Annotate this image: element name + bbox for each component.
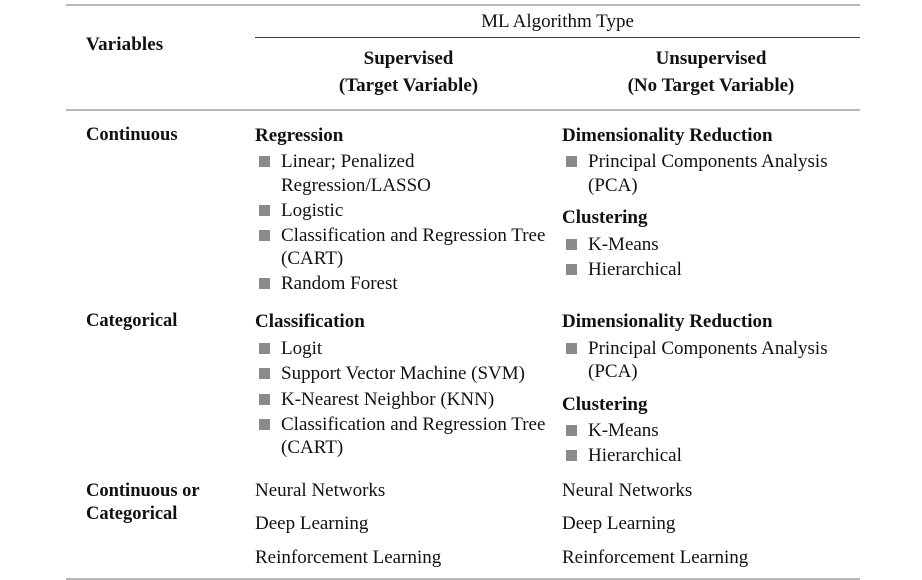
group-item-list: Linear; Penalized Regression/LASSO Logis… <box>255 150 554 295</box>
list-item: Random Forest <box>255 272 554 295</box>
bullet-square-icon <box>259 278 270 290</box>
list-item-label: Logistic <box>281 199 344 221</box>
header-ml-algorithm-type-label: ML Algorithm Type <box>481 11 634 32</box>
list-item-label: Logit <box>281 338 323 360</box>
list-item: Reinforcement Learning <box>562 547 749 569</box>
list-item-label: Classification and Regression Tree (CART… <box>281 224 546 270</box>
group-title: Dimensionality Reduction <box>562 311 773 333</box>
plain-item-list: Neural Networks Deep Learning Reinforcem… <box>255 480 554 570</box>
list-item: Deep Learning <box>255 513 369 535</box>
list-item: Deep Learning <box>562 513 676 535</box>
list-item: K-Means <box>562 233 852 256</box>
list-item: K-Means <box>562 419 852 442</box>
list-item-label: Principal Components Analysis (PCA) <box>588 151 828 196</box>
header-supervised-sublabel: (Target Variable) <box>338 74 479 96</box>
group-title: Dimensionality Reduction <box>562 124 773 146</box>
list-item-label: Hierarchical <box>588 258 682 280</box>
header-supervised-cell: Supervised (Target Variable) <box>255 38 562 110</box>
row-variable-label: Continuous or Categorical <box>66 469 255 580</box>
row-supervised-cell: Regression Linear; Penalized Regression/… <box>255 108 562 298</box>
row-supervised-cell: Neural Networks Deep Learning Reinforcem… <box>255 469 562 580</box>
group-title: Regression <box>255 124 344 146</box>
list-item: Principal Components Analysis (PCA) <box>562 337 852 383</box>
list-item-label: Hierarchical <box>588 445 682 467</box>
row-unsupervised-cell: Dimensionality Reduction Principal Compo… <box>562 108 860 298</box>
table-row: Continuous or Categorical Neural Network… <box>66 469 860 580</box>
bullet-square-icon <box>566 343 577 355</box>
row-unsupervised-cell: Dimensionality Reduction Principal Compo… <box>562 297 860 469</box>
list-item: Neural Networks <box>255 479 386 501</box>
list-item-label: Support Vector Machine (SVM) <box>281 363 525 385</box>
list-item-label: Principal Components Analysis (PCA) <box>588 338 828 383</box>
bullet-square-icon <box>259 418 270 430</box>
list-item: Classification and Regression Tree (CART… <box>255 413 554 459</box>
bullet-square-icon <box>259 393 270 405</box>
header-variables: Variables <box>66 4 255 110</box>
bullet-square-icon <box>566 425 577 437</box>
row-variable-label: Continuous <box>66 108 255 298</box>
bullet-square-icon <box>259 368 270 380</box>
bullet-square-icon <box>566 238 577 250</box>
bullet-square-icon <box>259 156 270 168</box>
bullet-square-icon <box>566 263 577 275</box>
header-unsupervised-cell: Unsupervised (No Target Variable) <box>562 38 860 110</box>
group-item-list: Principal Components Analysis (PCA) <box>562 150 852 196</box>
list-item: Logit <box>255 337 554 360</box>
group-title: Clustering <box>562 393 648 415</box>
list-item-label: K-Nearest Neighbor (KNN) <box>281 388 495 410</box>
list-item: Neural Networks <box>562 479 693 501</box>
row-supervised-cell: Classification Logit Support Vector Mach… <box>255 297 562 469</box>
plain-item-list: Neural Networks Deep Learning Reinforcem… <box>562 480 852 570</box>
bullet-square-icon <box>259 343 270 355</box>
list-item-label: Classification and Regression Tree (CART… <box>281 413 546 458</box>
table-container: Variables ML Algorithm Type Supervised (… <box>0 0 922 580</box>
table-row: Continuous Regression Linear; Penalized … <box>66 108 860 298</box>
header-unsupervised-sublabel: (No Target Variable) <box>627 74 795 96</box>
list-item-label: Linear; Penalized Regression/LASSO <box>281 151 431 196</box>
bullet-square-icon <box>259 204 270 216</box>
bullet-square-icon <box>566 450 577 462</box>
group-item-list: Principal Components Analysis (PCA) <box>562 337 852 383</box>
header-row-span: Variables ML Algorithm Type <box>66 4 860 110</box>
header-ml-algorithm-type-cell: ML Algorithm Type <box>255 4 860 38</box>
group-item-list: Logit Support Vector Machine (SVM) K-Nea… <box>255 337 554 459</box>
ml-algorithm-table: Variables ML Algorithm Type Supervised (… <box>66 4 860 580</box>
bullet-square-icon <box>259 229 270 241</box>
group-title: Clustering <box>562 206 648 228</box>
table-row: Categorical Classification Logit Support… <box>66 297 860 469</box>
list-item-label: K-Means <box>588 233 659 255</box>
header-unsupervised-label: Unsupervised <box>655 47 767 69</box>
list-item: Hierarchical <box>562 258 852 281</box>
row-variable-label: Categorical <box>86 311 178 332</box>
group-item-list: K-Means Hierarchical <box>562 419 852 467</box>
group-item-list: K-Means Hierarchical <box>562 233 852 281</box>
list-item-label: K-Means <box>588 420 659 442</box>
list-item: Logistic <box>255 199 554 222</box>
list-item: K-Nearest Neighbor (KNN) <box>255 388 554 411</box>
list-item: Classification and Regression Tree (CART… <box>255 224 554 270</box>
row-unsupervised-cell: Neural Networks Deep Learning Reinforcem… <box>562 469 860 580</box>
list-item-label: Random Forest <box>281 273 398 295</box>
list-item: Linear; Penalized Regression/LASSO <box>255 150 554 196</box>
header-supervised-label: Supervised <box>363 47 454 69</box>
list-item: Principal Components Analysis (PCA) <box>562 150 852 196</box>
list-item: Support Vector Machine (SVM) <box>255 362 554 385</box>
list-item: Hierarchical <box>562 444 852 467</box>
group-title: Classification <box>255 311 365 333</box>
list-item: Reinforcement Learning <box>255 547 442 569</box>
bullet-square-icon <box>566 156 577 168</box>
